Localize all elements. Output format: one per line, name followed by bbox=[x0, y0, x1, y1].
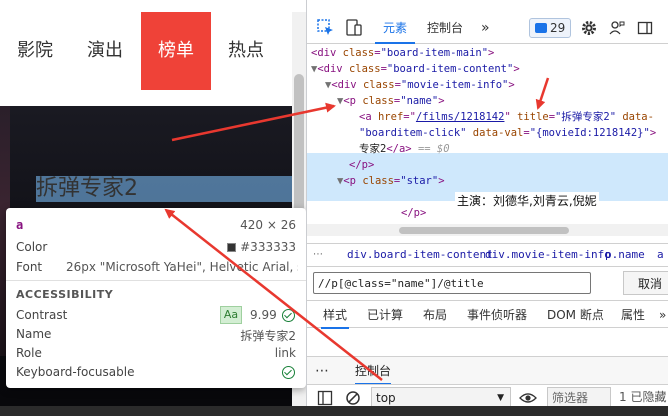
dom-node-p-close[interactable]: </p> bbox=[349, 157, 374, 173]
tab-dom-breakpoints[interactable]: DOM 断点 bbox=[547, 301, 604, 329]
message-count: 29 bbox=[550, 21, 566, 35]
sidebar-toggle-icon[interactable] bbox=[317, 390, 333, 406]
actors-text-overlay: 主演：刘德华,刘青云,倪妮 bbox=[455, 192, 599, 209]
contrast-value: 9.99 bbox=[250, 308, 277, 322]
inspect-tooltip: a 420 × 26 Color #333333 Font 26px "Micr… bbox=[6, 208, 306, 388]
cancel-button[interactable]: 取消 bbox=[623, 271, 668, 295]
tab-event-listeners[interactable]: 事件侦听器 bbox=[467, 301, 527, 329]
movie-title-link[interactable]: 拆弹专家2 bbox=[36, 174, 138, 204]
focusable-check-icon bbox=[282, 366, 295, 379]
dom-scroll-thumb[interactable] bbox=[399, 227, 569, 234]
keyboard-focusable-label: Keyboard-focusable bbox=[16, 365, 135, 379]
tooltip-font-label: Font bbox=[16, 260, 43, 274]
window-bottom-edge bbox=[0, 406, 668, 416]
name-label: Name bbox=[16, 327, 52, 341]
name-value: 拆弹专家2 bbox=[240, 329, 296, 343]
tooltip-color-value: #333333 bbox=[227, 240, 296, 254]
chevron-down-icon: ▼ bbox=[497, 393, 504, 403]
drawer-tab-console[interactable]: 控制台 bbox=[355, 357, 392, 385]
inspect-element-icon[interactable] bbox=[317, 19, 335, 37]
eye-icon[interactable] bbox=[519, 391, 537, 405]
dom-node-board-item-content[interactable]: ▼<div class="board-item-content"> bbox=[311, 61, 520, 77]
contrast-badge: Aa bbox=[220, 306, 242, 324]
drawer-more-button[interactable]: ⋯ bbox=[315, 357, 329, 385]
devtools-panel: 元素 控制台 » 29 <div class="board-item-main"… bbox=[306, 0, 668, 416]
dock-side-icon[interactable] bbox=[637, 20, 653, 36]
breadcrumb: ⋯ div.board-item-content div.movie-item-… bbox=[307, 243, 668, 267]
page-scroll-thumb[interactable] bbox=[294, 74, 304, 214]
messages-badge[interactable]: 29 bbox=[529, 18, 571, 38]
tab-layout[interactable]: 布局 bbox=[423, 301, 447, 329]
tooltip-font-value: 26px "Microsoft YaHei", Helvetic Arial, … bbox=[66, 260, 298, 274]
tab-properties[interactable]: 属性 bbox=[621, 301, 645, 329]
dom-node-a-text[interactable]: 专家2</a> == $0 bbox=[359, 141, 450, 157]
feedback-icon[interactable] bbox=[609, 20, 625, 36]
nav-item-hot[interactable]: 热点 bbox=[211, 12, 281, 90]
context-value: top bbox=[376, 391, 396, 405]
dom-node-a-link[interactable]: <a href="/films/1218142" title="拆弹专家2" d… bbox=[359, 109, 654, 125]
nav-item-rankings[interactable]: 榜单 bbox=[141, 12, 211, 90]
gear-icon[interactable] bbox=[581, 20, 597, 36]
breadcrumb-item[interactable]: div.movie-item-info bbox=[485, 244, 611, 266]
breadcrumb-item[interactable]: a bbox=[657, 244, 664, 266]
hidden-messages-count: 1 已隐藏 bbox=[619, 390, 667, 404]
contrast-pass-icon bbox=[282, 309, 295, 322]
dom-node-board-item-main[interactable]: <div class="board-item-main"> bbox=[311, 45, 494, 61]
nav-item-cinema[interactable]: 影院 bbox=[0, 12, 70, 90]
top-nav: 影院 演出 榜单 热点 bbox=[0, 12, 306, 90]
tab-elements[interactable]: 元素 bbox=[375, 12, 416, 44]
dom-node-a-link-cont[interactable]: "boarditem-click" data-val="{movieId:121… bbox=[359, 125, 656, 141]
clear-console-icon[interactable] bbox=[345, 390, 361, 406]
tab-styles[interactable]: 样式 bbox=[321, 301, 350, 329]
breadcrumb-item[interactable]: p.name bbox=[605, 244, 645, 266]
devtools-toolbar: 元素 控制台 » 29 bbox=[307, 12, 668, 44]
dom-node-movie-item-info[interactable]: ▼<div class="movie-item-info"> bbox=[325, 77, 515, 93]
breadcrumb-prev-icon[interactable]: ⋯ bbox=[313, 239, 323, 271]
tooltip-tag: a bbox=[16, 218, 24, 232]
role-label: Role bbox=[16, 346, 42, 360]
color-swatch bbox=[227, 243, 237, 252]
breadcrumb-item[interactable]: div.board-item-content bbox=[347, 244, 493, 266]
tooltip-color-text: #333333 bbox=[240, 240, 296, 254]
tooltip-divider bbox=[6, 280, 306, 281]
role-value: link bbox=[274, 346, 296, 360]
dom-node-p-name[interactable]: ▼<p class="name"> bbox=[337, 93, 445, 109]
xpath-search-input[interactable] bbox=[313, 272, 591, 294]
dom-node-p-star[interactable]: ▼<p class="star"> bbox=[337, 173, 445, 189]
more-style-tabs[interactable]: » bbox=[659, 301, 666, 329]
device-toolbar-icon[interactable] bbox=[345, 19, 363, 37]
contrast-label: Contrast bbox=[16, 308, 68, 322]
dom-node-p-star-close[interactable]: </p> bbox=[401, 205, 426, 221]
more-tabs-button[interactable]: » bbox=[481, 12, 490, 44]
message-icon bbox=[535, 23, 547, 33]
tooltip-color-label: Color bbox=[16, 240, 48, 254]
accessibility-heading: ACCESSIBILITY bbox=[16, 288, 114, 301]
tooltip-size: 420 × 26 bbox=[240, 218, 296, 232]
search-row: 取消 bbox=[307, 268, 668, 298]
tab-console[interactable]: 控制台 bbox=[427, 12, 463, 44]
nav-item-shows[interactable]: 演出 bbox=[70, 12, 140, 90]
styles-tab-bar: 样式 已计算 布局 事件侦听器 DOM 断点 属性 » bbox=[307, 300, 668, 329]
styles-pane bbox=[307, 330, 668, 356]
tab-computed[interactable]: 已计算 bbox=[367, 301, 403, 329]
drawer-toolbar: ⋯ 控制台 bbox=[307, 356, 668, 385]
